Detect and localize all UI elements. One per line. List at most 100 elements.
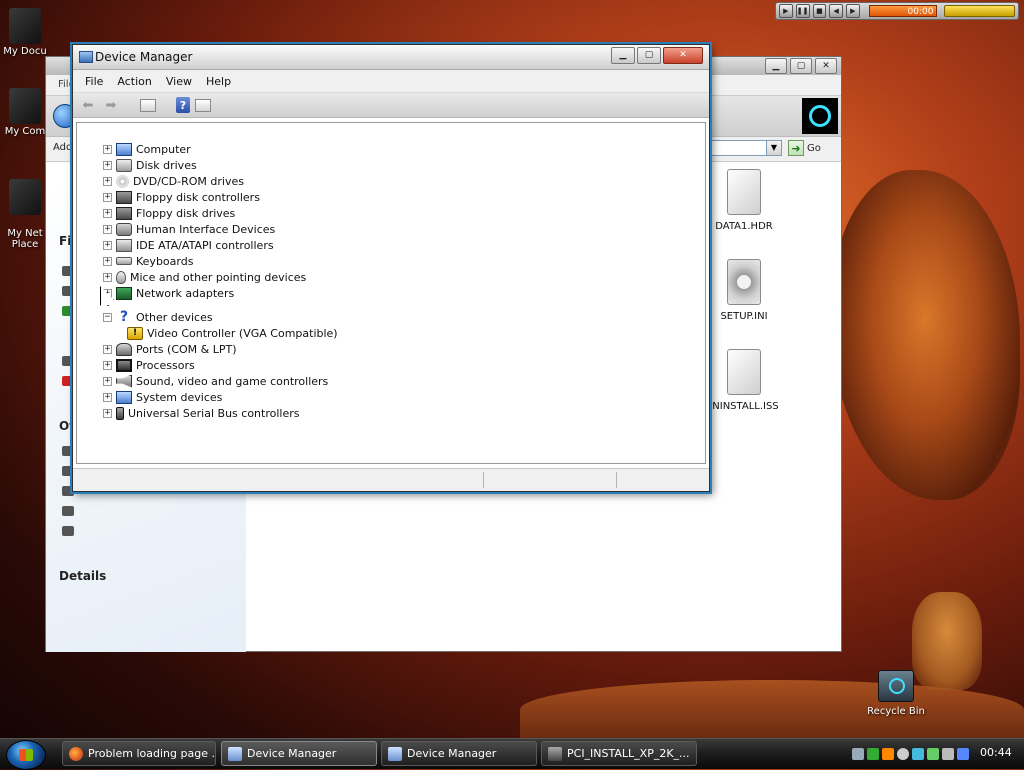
- tree-item-other-devices[interactable]: − ? Other devices: [103, 309, 338, 325]
- tree-item-sound-video-game-controllers[interactable]: + Sound, video and game controllers: [103, 373, 338, 389]
- tree-item-keyboards[interactable]: + Keyboards: [103, 253, 338, 269]
- device-manager-titlebar[interactable]: Device Manager ▁ ▢ ✕: [73, 45, 709, 70]
- expand-icon[interactable]: +: [103, 408, 112, 418]
- taskbar-item-label: Device Manager: [247, 747, 337, 760]
- tray-speaker-icon[interactable]: [942, 747, 954, 760]
- expand-icon[interactable]: +: [103, 272, 112, 282]
- tray-display-icon[interactable]: [867, 747, 879, 760]
- tree-item-disk-drives[interactable]: + Disk drives: [103, 157, 338, 173]
- document-icon: [727, 349, 761, 395]
- tree-item-floppy-disk-controllers[interactable]: + Floppy disk controllers: [103, 189, 338, 205]
- expand-icon[interactable]: +: [103, 224, 112, 234]
- desktop-icon-recycle-bin[interactable]: Recycle Bin: [866, 670, 926, 717]
- stop-icon[interactable]: ■: [812, 4, 827, 18]
- expand-icon[interactable]: +: [103, 392, 112, 402]
- device-manager-toolbar: ⬅ ➡ ?: [73, 93, 709, 118]
- tree-item-label: Universal Serial Bus controllers: [128, 406, 300, 420]
- go-button[interactable]: ➜ Go: [788, 139, 821, 157]
- pause-icon[interactable]: ❚❚: [795, 4, 810, 18]
- maximize-button[interactable]: ▢: [790, 58, 812, 74]
- media-time: 00:00: [868, 5, 938, 17]
- tree-item-label: Floppy disk controllers: [136, 190, 260, 204]
- network-adapter-icon: [116, 286, 132, 300]
- device-manager-icon: [388, 746, 402, 761]
- taskbar-item-device-manager[interactable]: Device Manager: [221, 741, 377, 766]
- tree-item-floppy-disk-drives[interactable]: + Floppy disk drives: [103, 205, 338, 221]
- tree-item-video-controller[interactable]: ! Video Controller (VGA Compatible): [103, 325, 338, 341]
- start-button[interactable]: [6, 740, 46, 770]
- expand-icon[interactable]: +: [103, 240, 112, 250]
- tray-app-icon[interactable]: [882, 747, 894, 760]
- forward-arrow-icon[interactable]: ➡: [102, 97, 120, 113]
- expand-icon[interactable]: +: [103, 360, 112, 370]
- place-icon: [62, 506, 74, 516]
- taskbar-item-device-manager-2[interactable]: Device Manager: [381, 741, 537, 766]
- close-button[interactable]: ✕: [663, 47, 703, 64]
- expand-icon[interactable]: +: [103, 176, 112, 186]
- previous-icon[interactable]: ◀: [829, 4, 843, 18]
- menu-file[interactable]: File: [78, 75, 110, 88]
- go-label: Go: [807, 142, 821, 154]
- taskbar-item-firefox[interactable]: Problem loading page ...: [62, 741, 216, 766]
- taskbar-item-pci-install[interactable]: PCI_INSTALL_XP_2K_...: [541, 741, 697, 766]
- expand-icon[interactable]: +: [103, 208, 112, 218]
- expand-icon[interactable]: +: [103, 160, 112, 170]
- tree-item-usb-controllers[interactable]: + Universal Serial Bus controllers: [103, 405, 338, 421]
- usb-icon: [116, 406, 124, 420]
- chevron-down-icon[interactable]: ▼: [766, 140, 782, 156]
- arrow-right-icon: ➜: [788, 140, 804, 156]
- disk-drive-icon: [116, 158, 132, 172]
- recycle-bin-icon: [878, 670, 914, 702]
- collapse-icon[interactable]: −: [103, 312, 112, 322]
- close-button[interactable]: ✕: [815, 58, 837, 74]
- tree-item-system-devices[interactable]: + System devices: [103, 389, 338, 405]
- next-icon[interactable]: ▶: [846, 4, 860, 18]
- status-divider: [616, 472, 617, 488]
- tray-shield-icon[interactable]: [912, 747, 924, 760]
- properties-icon[interactable]: [140, 98, 156, 112]
- help-icon[interactable]: ?: [176, 97, 190, 113]
- expand-icon[interactable]: +: [103, 256, 112, 266]
- minimize-button[interactable]: ▁: [611, 47, 635, 64]
- tree-item-computer[interactable]: + Computer: [103, 141, 338, 157]
- tray-check-icon[interactable]: [927, 747, 939, 760]
- back-arrow-icon[interactable]: ⬅: [79, 97, 97, 113]
- minimize-button[interactable]: ▁: [765, 58, 787, 74]
- speaker-icon: [116, 374, 132, 388]
- device-tree-pane: + Computer + Disk drives + DVD/CD-ROM dr…: [76, 122, 706, 464]
- window-title: Device Manager: [95, 50, 193, 64]
- tray-network-icon[interactable]: [852, 747, 864, 760]
- desktop-icon-my-documents[interactable]: My Docu: [0, 8, 60, 57]
- tray-status-icon[interactable]: [897, 747, 909, 760]
- tree-item-ports[interactable]: + Ports (COM & LPT): [103, 341, 338, 357]
- menu-action[interactable]: Action: [110, 75, 158, 88]
- status-bar: [73, 468, 709, 491]
- expand-icon[interactable]: +: [103, 376, 112, 386]
- tree-item-dvd-cd-rom-drives[interactable]: + DVD/CD-ROM drives: [103, 173, 338, 189]
- device-manager-window[interactable]: Device Manager ▁ ▢ ✕ File Action View He…: [72, 44, 710, 492]
- floppy-controller-icon: [116, 190, 132, 204]
- menu-help[interactable]: Help: [199, 75, 238, 88]
- maximize-button[interactable]: ▢: [637, 47, 661, 64]
- play-icon[interactable]: ▶: [779, 4, 793, 18]
- processor-icon: [116, 358, 132, 372]
- tree-item-ide-ata-atapi-controllers[interactable]: + IDE ATA/ATAPI controllers: [103, 237, 338, 253]
- tree-item-human-interface-devices[interactable]: + Human Interface Devices: [103, 221, 338, 237]
- document-icon: [727, 169, 761, 215]
- view-icon[interactable]: [195, 98, 211, 112]
- volume-slider[interactable]: [944, 5, 1015, 17]
- expand-icon[interactable]: +: [103, 192, 112, 202]
- details-heading[interactable]: Details: [59, 569, 106, 583]
- tree-item-mice-and-other-pointing-devices[interactable]: + Mice and other pointing devices: [103, 269, 338, 285]
- tray-device-icon[interactable]: [957, 747, 969, 760]
- expand-icon[interactable]: +: [103, 144, 112, 154]
- expand-icon[interactable]: +: [103, 344, 112, 354]
- taskbar-item-label: PCI_INSTALL_XP_2K_...: [567, 747, 690, 760]
- tree-item-network-adapters[interactable]: + Network adapters: [103, 285, 338, 301]
- tree-item-processors[interactable]: + Processors: [103, 357, 338, 373]
- media-player-mini: ▶ ❚❚ ■ ◀ ▶ 00:00: [775, 2, 1019, 20]
- tree-item-label: Disk drives: [136, 158, 197, 172]
- computer-icon: [9, 88, 41, 124]
- menu-view[interactable]: View: [159, 75, 199, 88]
- taskbar-clock[interactable]: 00:44: [980, 746, 1012, 759]
